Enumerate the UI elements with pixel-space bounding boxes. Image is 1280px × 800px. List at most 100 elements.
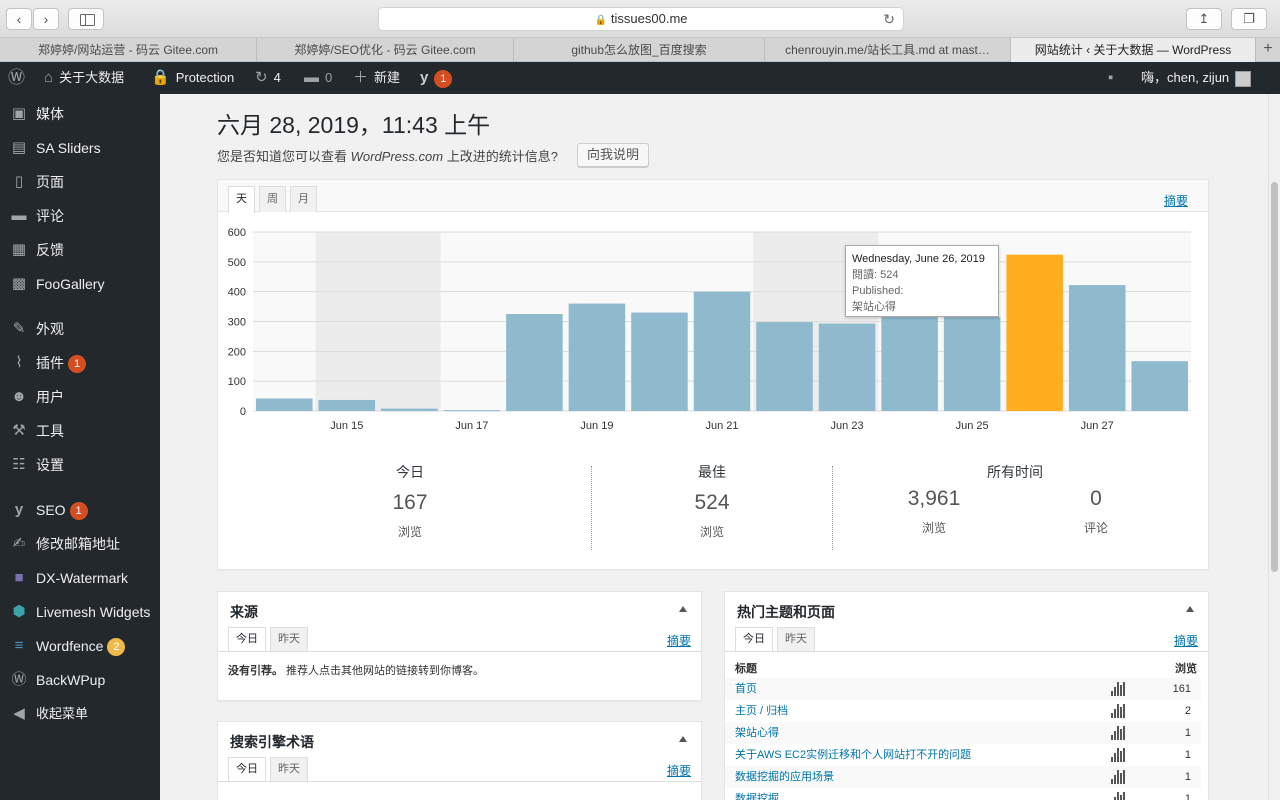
menu-item-backwpup[interactable]: Ⓦ BackWPup (0, 663, 160, 697)
wordpress-logo-icon[interactable]: Ⓦ (8, 62, 31, 94)
stats-bars-icon[interactable] (1111, 792, 1125, 800)
menu-item-seo[interactable]: y SEO 1 (0, 493, 160, 527)
x-tick-label: Jun 15 (330, 420, 363, 432)
browser-tab[interactable]: github怎么放图_百度搜索 (514, 38, 765, 62)
site-name-link[interactable]: ⌂ 关于大数据 (44, 62, 124, 94)
chart-bar (381, 408, 438, 411)
chart-bar (756, 322, 813, 411)
stats-bars-icon[interactable] (1111, 682, 1125, 696)
sidebar-toggle-icon[interactable] (68, 8, 104, 30)
protection-label: Protection (175, 70, 235, 85)
watermark-icon: ■ (14, 569, 24, 586)
menu-item-users[interactable]: ☻ 用户 (0, 380, 160, 414)
post-link[interactable]: 架站心得 (735, 722, 779, 744)
menu-collapse[interactable]: ◀ 收起菜单 (0, 697, 160, 731)
menu-item-foogallery[interactable]: ▩ FooGallery (0, 267, 160, 301)
livemesh-icon: ⬢ (12, 603, 26, 620)
my-account-link[interactable]: 嗨，chen, zijun (1141, 62, 1252, 94)
post-link[interactable]: 关于AWS EC2实例迁移和个人网站打不开的问题 (735, 744, 971, 766)
tab-today[interactable]: 今日 (228, 627, 266, 652)
new-tab-button[interactable]: + (1256, 38, 1280, 61)
site-name: 关于大数据 (59, 70, 125, 85)
toggle-arrow-icon[interactable] (679, 736, 687, 742)
seo-menu-badge: 1 (69, 502, 88, 520)
menu-label: Wordfence (36, 638, 104, 654)
new-label: 新建 (374, 70, 401, 85)
browser-tab[interactable]: 郑婷婷/网站运营 - 码云 Gitee.com (0, 38, 257, 62)
reload-icon[interactable]: ↻ (883, 8, 895, 30)
menu-label: 用户 (36, 389, 64, 405)
menu-item-sa-sliders[interactable]: ▤ SA Sliders (0, 131, 160, 165)
stats-bars-icon[interactable] (1111, 704, 1125, 718)
comments-link[interactable]: ▬ 0 (304, 62, 332, 94)
lock-icon: 🔒 (594, 15, 607, 26)
y-tick-label: 200 (228, 346, 246, 358)
menu-item-pages[interactable]: ▯ 页面 (0, 165, 160, 199)
browser-tab-active[interactable]: 网站统计 ‹ 关于大数据 — WordPress (1011, 38, 1256, 62)
menu-item-dx-watermark[interactable]: ■ DX-Watermark (0, 561, 160, 595)
summary-divider (832, 466, 833, 550)
show-me-button[interactable]: 向我说明 (577, 143, 650, 167)
tab-today[interactable]: 今日 (735, 627, 773, 652)
new-content-link[interactable]: ＋ 新建 (353, 62, 400, 94)
menu-item-wordfence[interactable]: ≡ Wordfence 2 (0, 629, 160, 663)
post-views: 1 (1184, 793, 1191, 800)
toggle-arrow-icon[interactable] (679, 606, 687, 612)
stats-bars-icon[interactable] (1111, 748, 1125, 762)
lock-icon: 🔒 (151, 69, 170, 86)
menu-item-settings[interactable]: ☷ 设置 (0, 448, 160, 482)
address-bar[interactable]: 🔒 tissues00.me ↻ (378, 7, 904, 31)
post-views: 1 (1184, 771, 1191, 783)
summary-divider (591, 466, 592, 550)
menu-item-appearance[interactable]: ✎ 外观 (0, 312, 160, 346)
menu-label: 工具 (36, 423, 64, 439)
forward-icon[interactable]: › (33, 8, 59, 30)
updates-link[interactable]: ↻ 4 (255, 62, 281, 94)
tab-month[interactable]: 月 (290, 186, 317, 212)
toggle-arrow-icon[interactable] (1186, 606, 1194, 612)
browser-tab[interactable]: 郑婷婷/SEO优化 - 码云 Gitee.com (257, 38, 514, 62)
top-posts-summary-link[interactable]: 摘要 (1174, 632, 1198, 649)
summary-link[interactable]: 摘要 (1164, 192, 1188, 209)
tab-yesterday[interactable]: 昨天 (777, 627, 815, 651)
post-link[interactable]: 数据挖掘的应用场景 (735, 766, 834, 788)
x-tick-label: Jun 17 (455, 420, 488, 432)
user-icon: ☻ (11, 388, 27, 405)
menu-label: 评论 (36, 208, 64, 224)
seo-link[interactable]: y1 (420, 62, 453, 94)
post-link[interactable]: 首页 (735, 678, 757, 700)
all-time-views-value: 3,961 (907, 487, 961, 510)
browser-tab[interactable]: chenrouyin.me/站长工具.md at mast… (765, 38, 1011, 62)
menu-item-plugins[interactable]: ⌇ 插件 1 (0, 346, 160, 380)
tab-yesterday[interactable]: 昨天 (270, 627, 308, 651)
post-link[interactable]: 数据挖掘 (735, 788, 779, 800)
scrollbar-thumb[interactable] (1271, 182, 1278, 572)
referrers-summary-link[interactable]: 摘要 (667, 632, 691, 649)
menu-item-comments[interactable]: ▬ 评论 (0, 199, 160, 233)
search-terms-summary-link[interactable]: 摘要 (667, 762, 691, 779)
post-link[interactable]: 主页 / 归档 (735, 700, 788, 722)
table-row: 关于AWS EC2实例迁移和个人网站打不开的问题 1 (725, 744, 1201, 766)
table-row: 首页 161 (725, 678, 1201, 700)
brush-icon: ✎ (12, 320, 26, 337)
tab-day[interactable]: 天 (228, 186, 255, 213)
notice-text-end: 上改进的统计信息? (443, 149, 558, 164)
notification-icon[interactable]: ▪ (1108, 62, 1119, 94)
protection-link[interactable]: 🔒 Protection (151, 62, 234, 94)
menu-item-media[interactable]: ▣ 媒体 (0, 97, 160, 131)
show-tabs-icon[interactable]: ❐ (1231, 8, 1267, 30)
page-scrollbar[interactable] (1268, 94, 1280, 800)
tab-today[interactable]: 今日 (228, 757, 266, 782)
tab-week[interactable]: 周 (259, 186, 286, 212)
stats-bars-icon[interactable] (1111, 726, 1125, 740)
post-views: 2 (1184, 705, 1191, 717)
menu-item-feedback[interactable]: ▦ 反馈 (0, 233, 160, 267)
tooltip-views: 閱讀: 524 (852, 269, 899, 281)
back-icon[interactable]: ‹ (6, 8, 32, 30)
menu-item-tools[interactable]: ⚒ 工具 (0, 414, 160, 448)
tab-yesterday[interactable]: 昨天 (270, 757, 308, 781)
share-icon[interactable]: ↥ (1186, 8, 1222, 30)
menu-item-change-email[interactable]: ✍ 修改邮箱地址 (0, 527, 160, 561)
stats-bars-icon[interactable] (1111, 770, 1125, 784)
menu-item-livemesh[interactable]: ⬢ Livemesh Widgets (0, 595, 160, 629)
